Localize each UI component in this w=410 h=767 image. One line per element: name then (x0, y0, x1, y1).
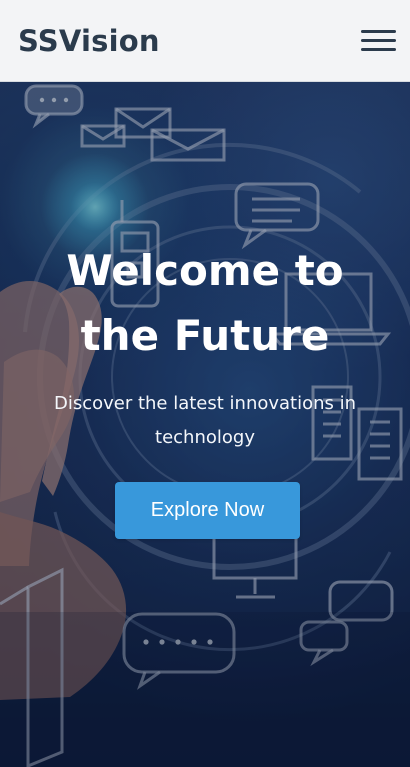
menu-line-top (361, 30, 396, 33)
hero-subtitle: Discover the latest innovations in techn… (53, 393, 357, 449)
app-root: SSVision Welcome to the Future Discover … (0, 0, 410, 767)
hero-section: Welcome to the Future Discover the lates… (0, 82, 410, 767)
menu-line-middle (361, 39, 396, 42)
top-header: SSVision (0, 0, 410, 82)
hero-title: Welcome to the Future (66, 246, 344, 361)
menu-line-bottom (361, 48, 396, 51)
hamburger-menu-icon[interactable] (361, 27, 396, 55)
explore-now-button[interactable]: Explore Now (115, 482, 300, 539)
brand-logo[interactable]: SSVision (18, 24, 160, 58)
